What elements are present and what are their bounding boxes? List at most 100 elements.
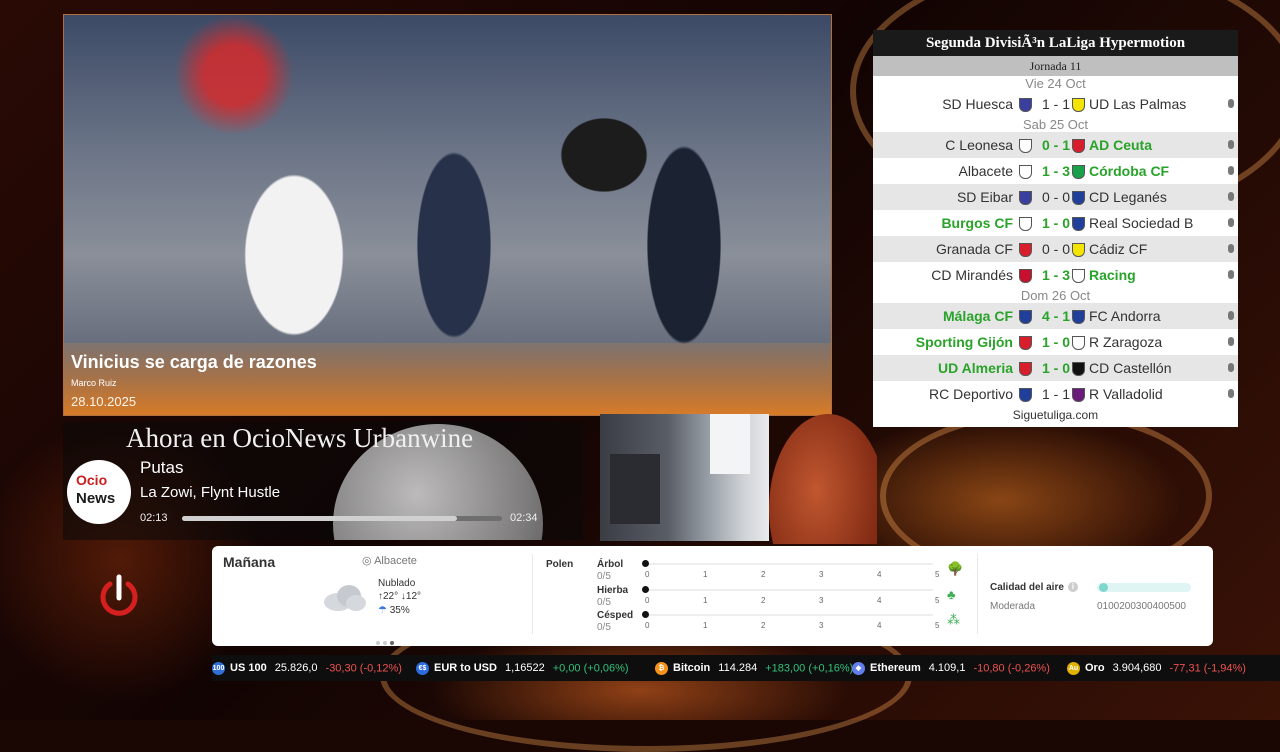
away-crest-icon [1072, 310, 1085, 324]
pollen-row: Césped 0/5 0 1 2 3 4 5 [597, 610, 972, 635]
ticker-item[interactable]: Au Oro 3.904,680 -77,31 (-1,94%) [1067, 662, 1246, 675]
camera-feed[interactable] [600, 414, 769, 541]
time-total: 02:34 [510, 512, 538, 524]
power-icon [100, 574, 138, 616]
weather-condition: Nublado [378, 578, 416, 589]
home-team: UD Almeria [938, 360, 1013, 376]
match-row[interactable]: RC Deportivo 1 - 1R Valladolid [873, 381, 1238, 407]
power-button[interactable] [95, 572, 143, 620]
progress-bar[interactable] [182, 516, 502, 521]
home-team: Burgos CF [941, 215, 1013, 231]
air-quality-label: Calidad del aire i [990, 582, 1078, 593]
pollen-scale-tick: 4 [877, 621, 882, 630]
league-footer-link[interactable]: Siguetuliga.com [873, 407, 1238, 423]
league-results-panel: Segunda DivisiÃ³n LaLiga Hypermotion Jor… [873, 30, 1238, 427]
pollen-bar [645, 589, 933, 591]
ticker-item[interactable]: €$ EUR to USD 1,16522 +0,00 (+0,06%) [416, 662, 629, 675]
location-pin-icon[interactable] [1228, 99, 1234, 108]
asset-change: +0,00 (+0,06%) [552, 662, 629, 675]
pollen-scale-tick: 0 [645, 621, 650, 630]
asset-change: -77,31 (-1,94%) [1169, 662, 1246, 675]
song-artist: La Zowi, Flynt Hustle [140, 484, 281, 501]
pollen-scale-tick: 1 [703, 596, 708, 605]
ticker-item[interactable]: ₿ Bitcoin 114.284 +183,00 (+0,16%) [655, 662, 853, 675]
home-crest-icon [1019, 98, 1032, 112]
match-row[interactable]: Granada CF 0 - 0 Cádiz CF [873, 236, 1238, 262]
asset-price: 114.284 [718, 662, 758, 675]
asset-icon: ₿ [655, 662, 668, 675]
pollen-scale-tick: 0 [645, 596, 650, 605]
home-team: Albacete [958, 163, 1013, 179]
match-day-label: Sab 25 Oct [873, 117, 1238, 132]
league-round: Jornada 11 [873, 56, 1238, 76]
carousel-dots[interactable] [376, 632, 397, 650]
pollen-scale-tick: 0 [645, 570, 650, 579]
match-row[interactable]: C Leonesa 0 - 1 AD Ceuta [873, 132, 1238, 158]
home-crest-icon [1019, 388, 1032, 402]
match-row[interactable]: Burgos CF 1 - 0 Real Sociedad B [873, 210, 1238, 236]
match-row[interactable]: SD Eibar 0 - 0 CD Leganés [873, 184, 1238, 210]
match-row[interactable]: SD Huesca 1 - 1 UD Las Palmas [873, 91, 1238, 117]
news-headline[interactable]: Vinicius se carga de razones [71, 352, 317, 373]
ticker-item[interactable]: 100 US 100 25.826,0 -30,30 (-0,12%) [212, 662, 402, 675]
match-row[interactable]: Sporting Gijón 1 - 0R Zaragoza [873, 329, 1238, 355]
home-team: RC Deportivo [928, 386, 1013, 402]
away-crest-icon [1072, 336, 1085, 350]
location-pin-icon[interactable] [1228, 363, 1234, 372]
match-row[interactable]: CD Mirandés 1 - 3 Racing [873, 262, 1238, 288]
air-quality-marker [1098, 583, 1108, 592]
air-quality-scale: 0100200300400500 [1097, 601, 1186, 612]
info-icon[interactable]: i [1067, 582, 1078, 593]
location-pin-icon[interactable] [1228, 311, 1234, 320]
home-team: SD Eibar [956, 189, 1013, 205]
song-title: Putas [140, 458, 184, 477]
home-team: Granada CF [935, 241, 1013, 257]
ticker-item[interactable]: ◆ Ethereum 4.109,1 -10,80 (-0,26%) [852, 662, 1050, 675]
home-team: Málaga CF [942, 308, 1013, 324]
away-team: CD Leganés [1089, 189, 1167, 205]
away-team: Racing [1089, 267, 1136, 283]
match-day-label: Dom 26 Oct [873, 288, 1238, 303]
divider [532, 554, 533, 634]
grass-icon: ♣ [947, 587, 956, 602]
news-card[interactable]: Vinicius se carga de razones Marco Ruiz … [63, 14, 832, 416]
location-pin-icon[interactable] [1228, 166, 1234, 175]
away-crest-icon [1072, 388, 1085, 402]
now-playing-panel: Ahora en OcioNews Urbanwine Ocio News Pu… [63, 422, 583, 540]
pollen-scale-tick: 2 [761, 596, 766, 605]
weather-day: Mañana [223, 554, 276, 570]
away-team: AD Ceuta [1089, 137, 1153, 153]
location-pin-icon[interactable] [1228, 337, 1234, 346]
location-pin-icon[interactable] [1228, 270, 1234, 279]
away-team: FC Andorra [1089, 308, 1161, 324]
location-pin-icon: ◎ [362, 555, 375, 567]
location-pin-icon[interactable] [1228, 140, 1234, 149]
time-current: 02:13 [140, 512, 168, 524]
match-row[interactable]: Málaga CF 4 - 1 FC Andorra [873, 303, 1238, 329]
pollen-scale: 0 1 2 3 4 5 [645, 621, 940, 631]
pollen-scale-tick: 3 [819, 570, 824, 579]
asset-price: 1,16522 [504, 662, 545, 675]
match-row[interactable]: UD Almeria 1 - 0 CD Castellón [873, 355, 1238, 381]
away-team: CD Castellón [1089, 360, 1172, 376]
match-row[interactable]: Albacete 1 - 3 Córdoba CF [873, 158, 1238, 184]
location-pin-icon[interactable] [1228, 218, 1234, 227]
away-crest-icon [1072, 217, 1085, 231]
umbrella-icon: ☂ [378, 605, 390, 616]
away-team: Córdoba CF [1089, 163, 1170, 179]
pollen-scale: 0 1 2 3 4 5 [645, 570, 940, 580]
home-crest-icon [1019, 191, 1032, 205]
location-pin-icon[interactable] [1228, 244, 1234, 253]
air-quality-status: Moderada [990, 601, 1036, 612]
logo-text-ocio: Ocio [76, 472, 108, 488]
location-pin-icon[interactable] [1228, 389, 1234, 398]
away-team: R Zaragoza [1089, 334, 1163, 350]
cloud-icon [324, 585, 366, 611]
asset-change: -30,30 (-0,12%) [325, 662, 402, 675]
camera-object [610, 454, 660, 524]
weather-rain: ☂ 35% [378, 605, 410, 616]
asset-price: 25.826,0 [274, 662, 318, 675]
pollen-scale-tick: 1 [703, 570, 708, 579]
asset-name: Ethereum [870, 662, 921, 675]
location-pin-icon[interactable] [1228, 192, 1234, 201]
